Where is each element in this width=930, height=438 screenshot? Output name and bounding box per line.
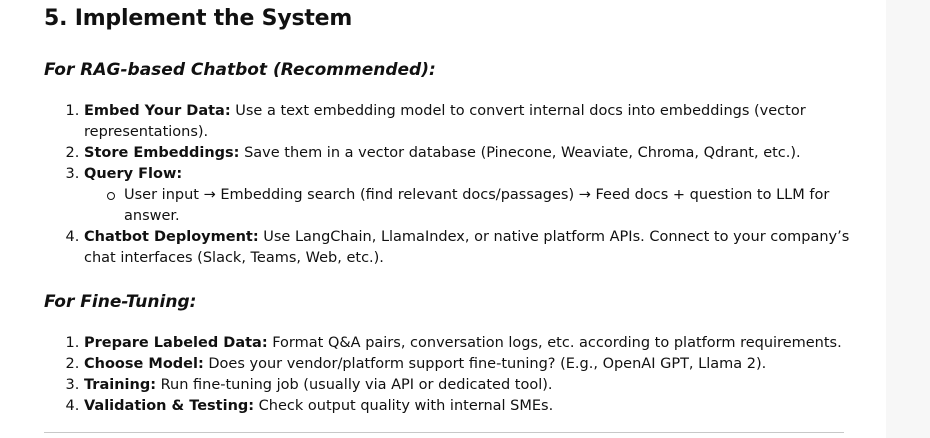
rag-subheading: For RAG-based Chatbot (Recommended): bbox=[44, 60, 436, 80]
list-item: Embed Your Data: Use a text embedding mo… bbox=[84, 101, 854, 143]
item-label: Choose Model: bbox=[84, 356, 204, 372]
section-heading: 5. Implement the System bbox=[44, 6, 353, 31]
horizontal-divider bbox=[44, 432, 844, 433]
item-label: Query Flow: bbox=[84, 166, 183, 182]
sub-list-item: User input → Embedding search (find rele… bbox=[107, 185, 854, 227]
list-item: Validation & Testing: Check output quali… bbox=[84, 396, 854, 417]
list-item: Choose Model: Does your vendor/platform … bbox=[84, 354, 854, 375]
item-text: Format Q&A pairs, conversation logs, etc… bbox=[267, 335, 842, 351]
right-gutter bbox=[886, 0, 930, 438]
rag-steps-list: Embed Your Data: Use a text embedding mo… bbox=[44, 101, 854, 269]
item-text: Check output quality with internal SMEs. bbox=[254, 398, 554, 414]
item-text: Run fine-tuning job (usually via API or … bbox=[156, 377, 553, 393]
item-label: Training: bbox=[84, 377, 156, 393]
list-item: Chatbot Deployment: Use LangChain, Llama… bbox=[84, 227, 854, 269]
list-item: Query Flow: User input → Embedding searc… bbox=[84, 164, 854, 227]
item-text: Save them in a vector database (Pinecone… bbox=[239, 145, 801, 161]
list-item: Training: Run fine-tuning job (usually v… bbox=[84, 375, 854, 396]
item-label: Prepare Labeled Data: bbox=[84, 335, 268, 351]
item-label: Chatbot Deployment: bbox=[84, 229, 259, 245]
document-page: 5. Implement the System For RAG-based Ch… bbox=[0, 0, 886, 438]
list-item: Store Embeddings: Save them in a vector … bbox=[84, 143, 854, 164]
item-label: Store Embeddings: bbox=[84, 145, 240, 161]
finetune-subheading: For Fine-Tuning: bbox=[44, 292, 197, 312]
item-text: Does your vendor/platform support fine-t… bbox=[203, 356, 767, 372]
list-item: Prepare Labeled Data: Format Q&A pairs, … bbox=[84, 333, 854, 354]
sub-list: User input → Embedding search (find rele… bbox=[84, 185, 854, 227]
item-label: Embed Your Data: bbox=[84, 103, 231, 119]
finetune-steps-list: Prepare Labeled Data: Format Q&A pairs, … bbox=[44, 333, 854, 417]
item-label: Validation & Testing: bbox=[84, 398, 255, 414]
